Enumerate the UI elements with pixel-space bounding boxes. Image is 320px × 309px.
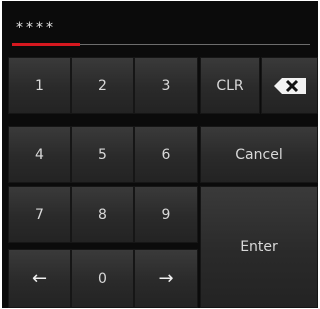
key-4[interactable]: 4 — [8, 126, 71, 183]
key-1[interactable]: 1 — [8, 57, 71, 114]
cancel-button-label: Cancel — [235, 146, 283, 163]
left-arrow-button[interactable]: ← — [8, 249, 71, 308]
key-5[interactable]: 5 — [71, 126, 134, 183]
key-6-label: 6 — [161, 146, 171, 163]
key-2[interactable]: 2 — [71, 57, 134, 114]
left-arrow-icon: ← — [31, 268, 48, 289]
key-0-label: 0 — [98, 270, 107, 287]
key-8[interactable]: 8 — [71, 186, 134, 243]
key-3[interactable]: 3 — [134, 57, 198, 114]
key-9-label: 9 — [161, 206, 171, 223]
key-4-label: 4 — [35, 146, 44, 163]
enter-button[interactable]: Enter — [200, 186, 318, 308]
pin-keypad-panel: **** 1 2 3 CLR 4 5 6 Cancel 7 8 9 Enter … — [2, 1, 318, 308]
pin-display[interactable]: **** — [12, 13, 310, 46]
key-1-label: 1 — [35, 77, 44, 94]
enter-button-label: Enter — [240, 239, 278, 255]
pin-display-value: **** — [16, 20, 56, 36]
key-7[interactable]: 7 — [8, 186, 71, 243]
key-3-label: 3 — [161, 77, 171, 94]
key-8-label: 8 — [98, 206, 107, 223]
backspace-button[interactable] — [261, 57, 318, 114]
clear-button[interactable]: CLR — [200, 57, 260, 114]
key-2-label: 2 — [98, 77, 107, 94]
key-5-label: 5 — [98, 146, 107, 163]
key-6[interactable]: 6 — [134, 126, 198, 183]
right-arrow-icon: → — [158, 268, 174, 289]
cancel-button[interactable]: Cancel — [200, 126, 318, 183]
key-0[interactable]: 0 — [71, 249, 134, 308]
backspace-icon — [273, 77, 306, 94]
clear-button-label: CLR — [216, 77, 244, 94]
key-7-label: 7 — [35, 206, 44, 223]
key-9[interactable]: 9 — [134, 186, 198, 243]
right-arrow-button[interactable]: → — [134, 249, 198, 308]
pin-display-focus-indicator — [12, 43, 80, 46]
